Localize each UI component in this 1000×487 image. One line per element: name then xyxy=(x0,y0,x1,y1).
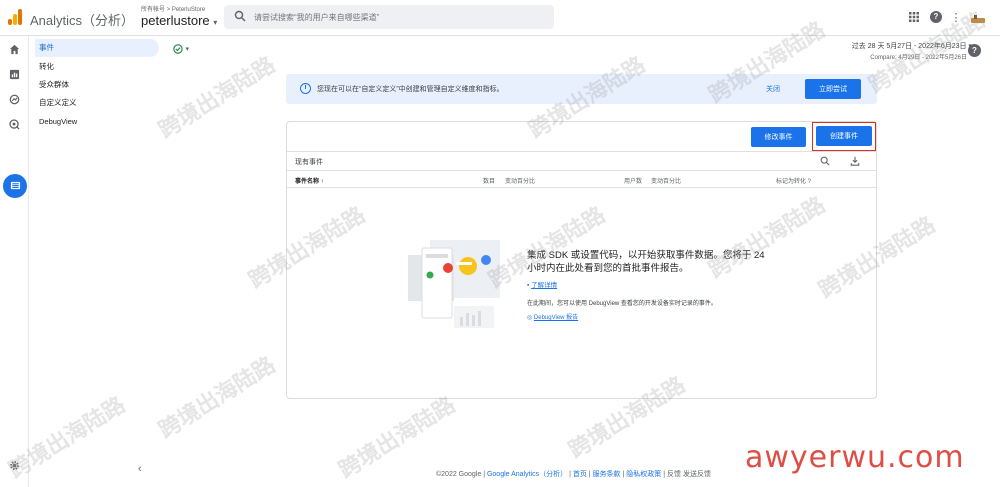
debugview-description: 在此期间，您可以使用 DebugView 查看您的开发设备实时记录的事件。 xyxy=(527,301,717,307)
property-name: peterlustore xyxy=(141,13,210,28)
table-title: 现有事件 xyxy=(295,159,323,166)
apps-grid-icon[interactable] xyxy=(906,9,922,25)
configure-icon[interactable] xyxy=(8,178,23,193)
explore-icon: ◎ xyxy=(527,315,533,321)
banner-close-button[interactable]: 关闭 xyxy=(766,84,780,94)
search-icon xyxy=(234,10,246,22)
sidebar-item-debugview[interactable]: DebugView xyxy=(35,113,159,131)
sidebar-item-custom-definitions[interactable]: 自定义定义 xyxy=(35,94,159,112)
navigation-rail xyxy=(0,36,29,487)
page-help-icon[interactable]: ? xyxy=(968,44,981,57)
site-watermark: awyerwu.com xyxy=(745,440,965,475)
col-count[interactable]: 数目 xyxy=(483,176,495,185)
doc-icon: ▪ xyxy=(527,282,530,289)
col-users-change[interactable]: 变动百分比 xyxy=(651,176,681,185)
col-users[interactable]: 用户数 xyxy=(624,176,642,185)
divider xyxy=(287,170,876,171)
sidebar-item-audiences[interactable]: 受众群体 xyxy=(35,76,159,94)
divider xyxy=(287,151,876,152)
top-app-bar: Analytics（分析） 所有帐号 > PeterluStore peterl… xyxy=(0,0,1000,36)
search-bar[interactable] xyxy=(224,5,554,29)
sidebar-item-events[interactable]: 事件 xyxy=(35,39,159,57)
divider xyxy=(287,187,876,188)
banner-text: 您现在可以在“自定义定义”中创建和管理自定义维度和指标。 xyxy=(317,86,504,93)
terms-link[interactable]: 服务条款 xyxy=(593,471,621,478)
search-icon[interactable] xyxy=(819,155,831,167)
explore-icon[interactable] xyxy=(7,92,22,107)
data-filter-button[interactable]: ▾ xyxy=(173,43,189,54)
empty-state-illustration xyxy=(408,240,500,328)
property-selector[interactable]: peterlustore ▾ xyxy=(141,13,217,28)
debugview-report-link[interactable]: ◎ DebugView 报告 xyxy=(527,312,578,321)
try-now-button[interactable]: 立即尝试 xyxy=(805,79,861,99)
learn-more-link[interactable]: ▪ 了解详情 xyxy=(527,279,557,289)
caret-down-icon: ▾ xyxy=(185,46,190,53)
col-event-name[interactable]: 事件名称 ↑ xyxy=(295,176,324,185)
debugview-link-label: DebugView 报告 xyxy=(533,315,579,321)
advertising-icon[interactable] xyxy=(7,117,22,132)
collapse-nav-button[interactable]: ‹ xyxy=(138,463,142,475)
reports-icon[interactable] xyxy=(7,67,22,82)
home-icon[interactable] xyxy=(7,42,22,57)
col-mark-conversion[interactable]: 标记为转化 ? xyxy=(776,176,811,185)
ga-link[interactable]: Google Analytics（分析） xyxy=(487,471,567,478)
sidebar-item-conversions[interactable]: 转化 xyxy=(35,58,159,76)
analytics-logo[interactable] xyxy=(8,9,22,25)
footer: ©2022 Google | Google Analytics（分析） | 首页… xyxy=(436,471,711,478)
download-icon[interactable] xyxy=(849,155,861,167)
privacy-link[interactable]: 隐私权政策 xyxy=(626,471,661,478)
app-title: Analytics（分析） xyxy=(30,13,135,28)
copyright: ©2022 Google | xyxy=(436,471,487,478)
check-circle-icon xyxy=(173,43,186,54)
learn-more-label: 了解详情 xyxy=(531,282,558,289)
watermark: 跨境出海陆路 xyxy=(154,352,280,444)
create-event-button[interactable]: 创建事件 xyxy=(816,126,872,146)
feedback-link[interactable]: | 反馈 发送反馈 xyxy=(663,471,711,478)
home-link[interactable]: 首页 xyxy=(573,471,587,478)
watermark: 跨境出海陆路 xyxy=(154,52,280,144)
search-input[interactable] xyxy=(254,9,544,25)
info-icon: i xyxy=(300,83,311,94)
caret-down-icon: ▾ xyxy=(213,18,218,27)
events-card: 修改事件 创建事件 现有事件 事件名称 ↑ 数目 变动百分比 用户数 变动百分比… xyxy=(286,121,877,399)
modify-event-button[interactable]: 修改事件 xyxy=(751,127,806,147)
col-count-change[interactable]: 变动百分比 xyxy=(505,176,535,185)
account-breadcrumb[interactable]: 所有帐号 > PeterluStore xyxy=(141,4,205,13)
